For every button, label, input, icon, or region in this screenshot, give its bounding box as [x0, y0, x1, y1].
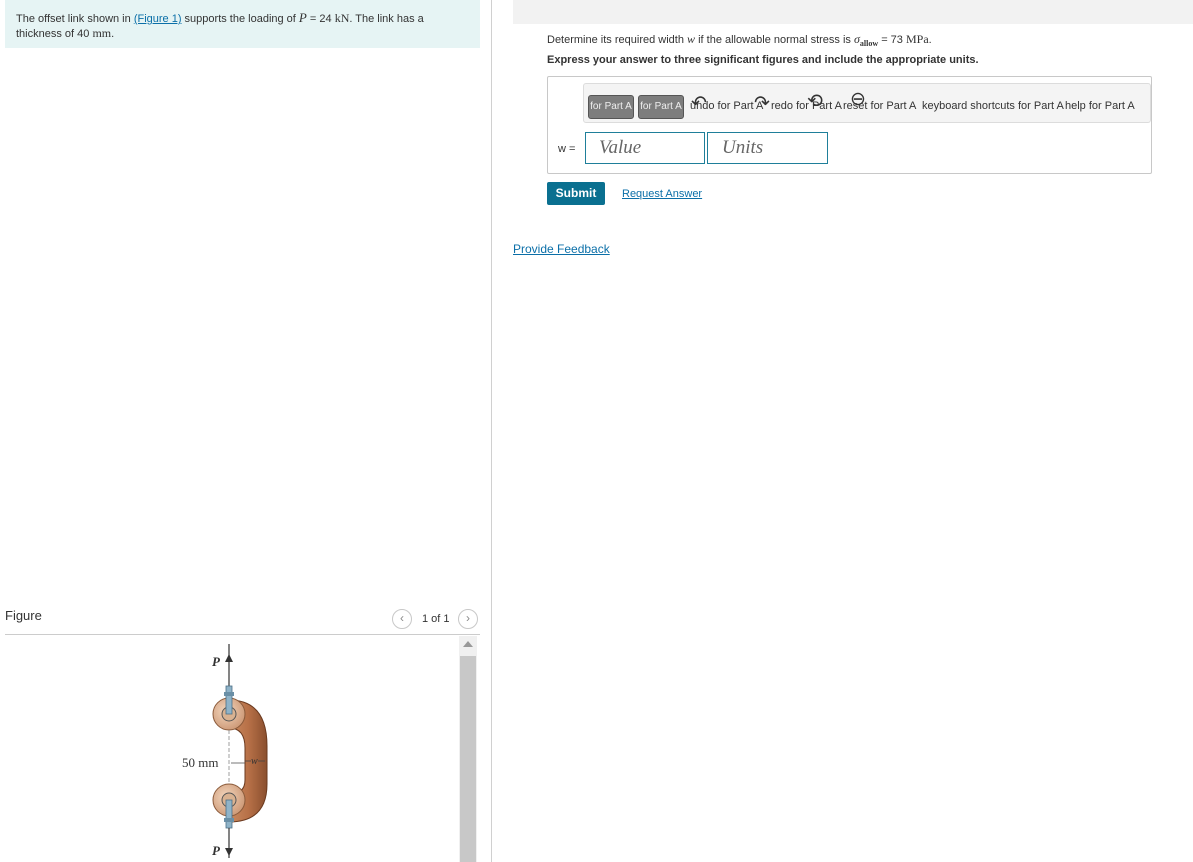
figure-image: P 50 mm w P [5, 636, 455, 862]
offset-link-diagram: P 50 mm w P [182, 644, 268, 858]
label-p-top: P [212, 654, 221, 669]
force-arrowhead-bottom [225, 848, 233, 856]
problem-statement: The offset link shown in (Figure 1) supp… [5, 0, 480, 48]
submit-button[interactable]: Submit [547, 182, 605, 205]
bottom-rod-collar [224, 818, 234, 822]
reset-icon[interactable]: ⟲ [807, 92, 823, 111]
scroll-up-icon[interactable] [463, 641, 473, 647]
value-input[interactable]: Value [585, 132, 705, 164]
provide-feedback-link[interactable]: Provide Feedback [513, 242, 610, 256]
bottom-rod [225, 799, 233, 829]
figure-scrollbar[interactable] [459, 636, 477, 862]
answer-box: for Part A for Part A ↶ undo for Part A … [547, 76, 1152, 174]
reset-button[interactable]: reset for Part A [843, 100, 916, 112]
redo-icon[interactable]: ↷ [754, 94, 770, 113]
question-text-2: if the allowable normal stress is [695, 34, 854, 46]
next-figure-button[interactable]: › [458, 609, 478, 629]
part-header-bar [513, 0, 1193, 24]
request-answer-link[interactable]: Request Answer [622, 188, 702, 200]
var-w: w [687, 32, 696, 46]
question-text-1: Determine its required width [547, 34, 688, 46]
unit-mm: mm [92, 26, 112, 40]
figure-header: Figure ‹ 1 of 1 › [5, 605, 480, 635]
column-divider[interactable] [491, 0, 492, 862]
figure-title: Figure [5, 608, 42, 623]
figure-1-link[interactable]: (Figure 1) [134, 13, 182, 25]
keyboard-shortcuts-button[interactable]: keyboard shortcuts for Part A [922, 100, 1064, 112]
var-p: P [298, 10, 307, 25]
symbols-button[interactable]: for Part A [638, 95, 684, 119]
problem-text-2: supports the loading of [181, 13, 299, 25]
templates-button[interactable]: for Part A [588, 95, 634, 119]
answer-instruction: Express your answer to three significant… [547, 54, 979, 66]
part-a-question: Determine its required width w if the al… [547, 32, 932, 48]
units-input[interactable]: Units [707, 132, 828, 164]
top-rod-collar [224, 692, 234, 696]
question-text-4: . [928, 34, 932, 46]
label-w: w [251, 756, 258, 767]
question-text-3: = 73 [878, 34, 906, 46]
problem-text-1: The offset link shown in [16, 13, 134, 25]
undo-button[interactable]: undo for Part A [690, 100, 763, 112]
problem-text-5: . [111, 28, 115, 40]
sigma-subscript: allow [859, 39, 879, 49]
problem-text-3: = 24 [306, 13, 335, 25]
figure-page-count: 1 of 1 [422, 613, 450, 625]
help-button[interactable]: help for Part A [1065, 100, 1135, 112]
top-rod [225, 685, 233, 715]
unit-mpa: MPa [905, 32, 929, 46]
dimension-label: 50 mm [182, 755, 218, 770]
w-label: w = [558, 143, 576, 155]
unit-kn: kN [334, 11, 350, 25]
scroll-thumb[interactable] [460, 656, 476, 862]
math-toolbar: for Part A for Part A ↶ undo for Part A … [583, 83, 1151, 123]
force-arrowhead-top [225, 654, 233, 662]
label-p-bottom: P [212, 843, 221, 858]
previous-figure-button[interactable]: ‹ [392, 609, 412, 629]
